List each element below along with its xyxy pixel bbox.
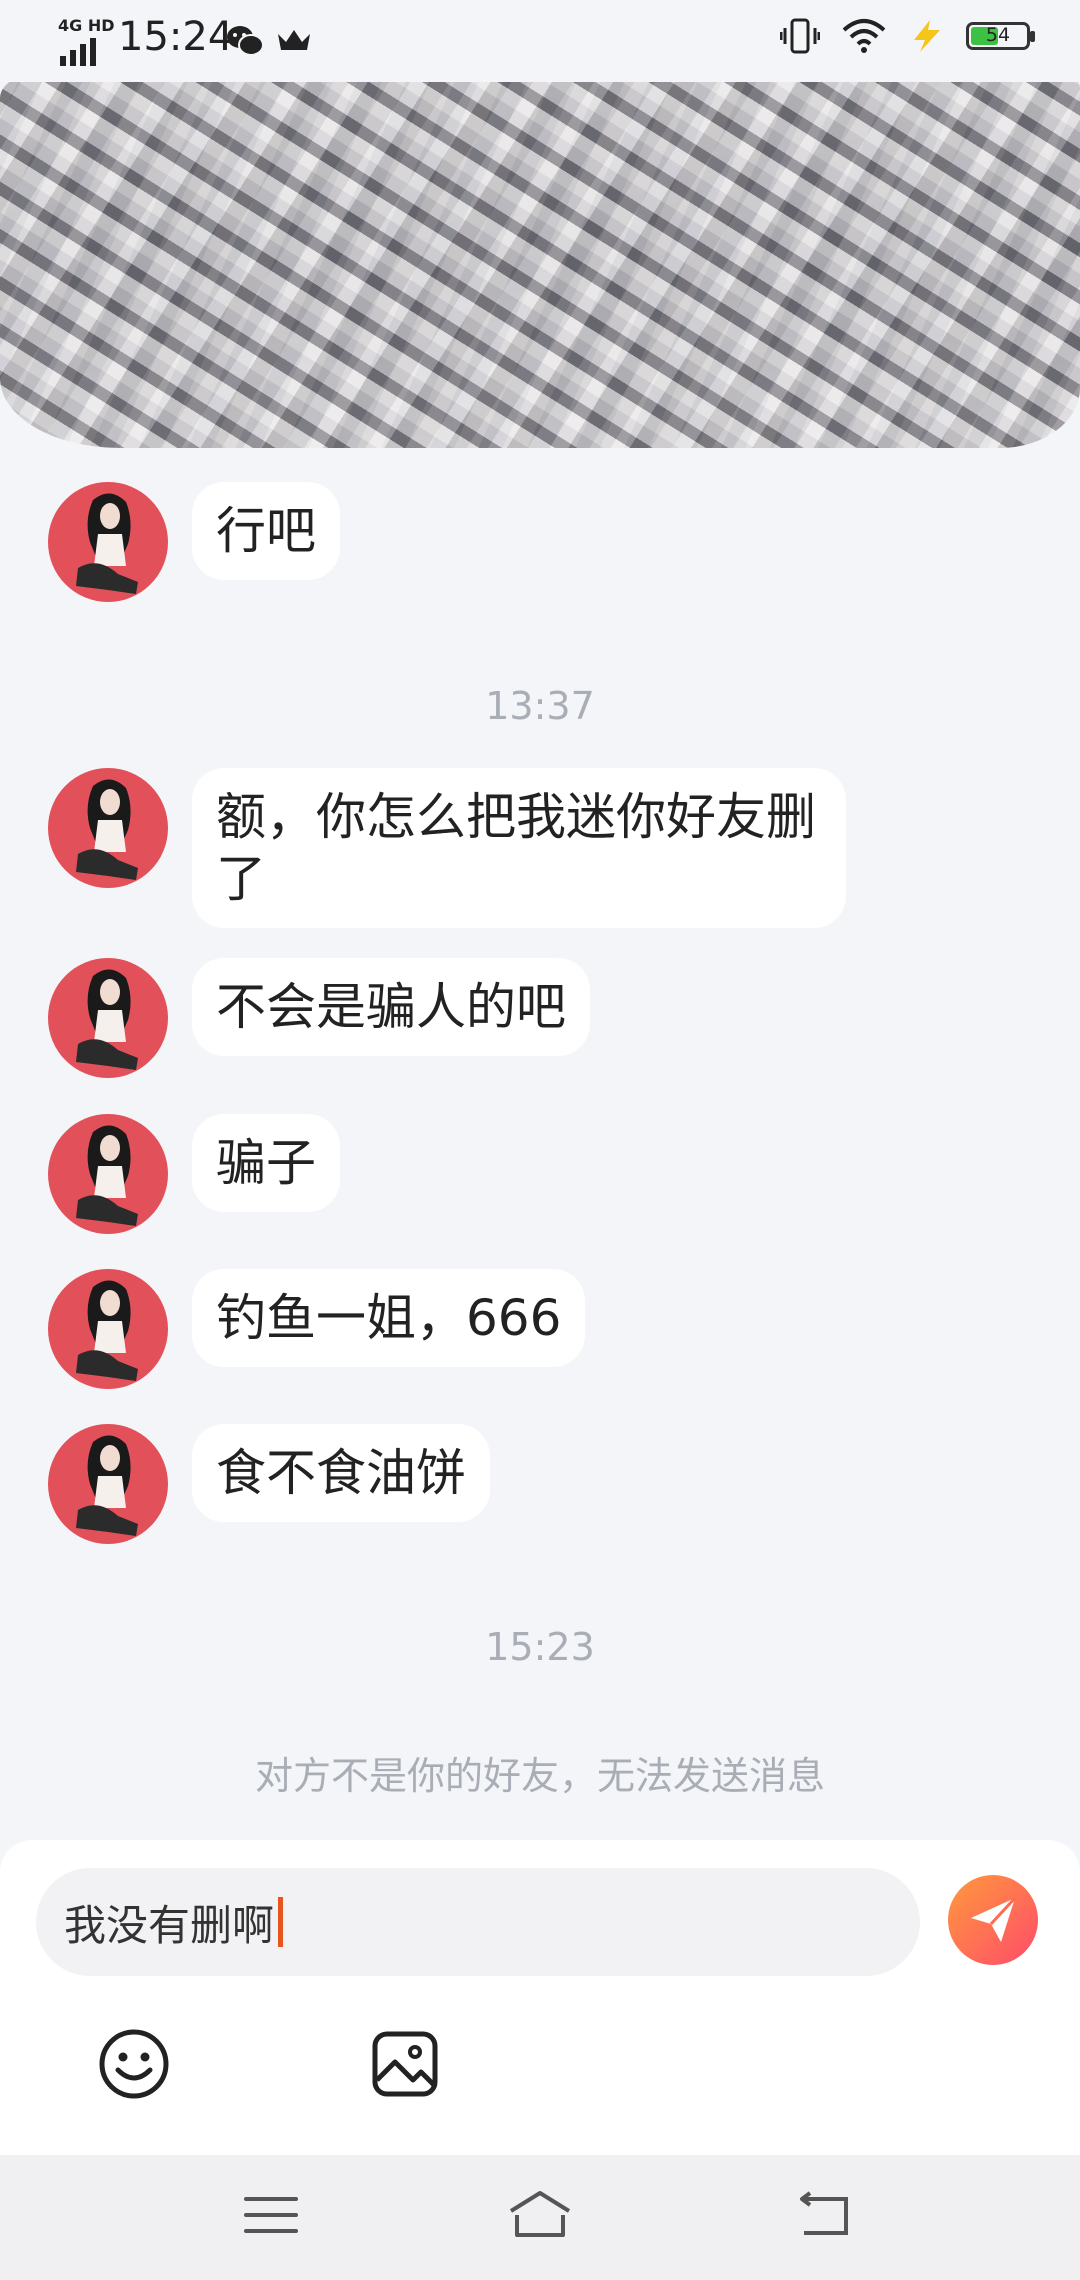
home-icon[interactable] [505, 2185, 575, 2245]
message-row: 食不食油饼 [48, 1424, 490, 1544]
send-icon [971, 1896, 1017, 1942]
menu-icon[interactable] [236, 2185, 306, 2245]
battery-level-text: 54 [985, 24, 1011, 46]
avatar[interactable] [48, 1114, 168, 1234]
signal-icon [60, 38, 96, 66]
avatar-illustration-icon [76, 493, 138, 594]
crown-icon [278, 30, 310, 50]
censored-header-overlay [0, 68, 1080, 448]
avatar[interactable] [48, 768, 168, 888]
avatar-illustration-icon [76, 779, 138, 880]
send-button[interactable] [948, 1875, 1038, 1965]
avatar-illustration-icon [76, 969, 138, 1070]
emoji-icon[interactable] [98, 2028, 170, 2100]
message-bubble[interactable]: 行吧 [192, 482, 340, 580]
system-navigation-bar [0, 2155, 1080, 2280]
avatar[interactable] [48, 482, 168, 602]
message-bubble[interactable]: 骗子 [192, 1114, 340, 1212]
wifi-icon [842, 19, 886, 53]
composer-panel: 我没有删啊 [0, 1840, 1080, 2155]
message-row: 额，你怎么把我迷你好友删了 [48, 768, 846, 928]
text-caret [278, 1897, 284, 1947]
avatar-illustration-icon [76, 1280, 138, 1381]
message-bubble[interactable]: 额，你怎么把我迷你好友删了 [192, 768, 846, 928]
message-row: 不会是骗人的吧 [48, 958, 590, 1078]
clock: 15:24 [118, 14, 234, 60]
wechat-icon [227, 26, 264, 56]
message-row: 钓鱼一姐，666 [48, 1269, 586, 1389]
vibrate-icon [780, 18, 820, 54]
status-bar: 4G HD 15:24 54 [0, 0, 1080, 82]
message-bubble[interactable]: 钓鱼一姐，666 [192, 1269, 586, 1367]
message-row: 行吧 [48, 482, 340, 602]
message-bubble[interactable]: 不会是骗人的吧 [192, 958, 590, 1056]
message-input[interactable]: 我没有删啊 [36, 1868, 920, 1976]
charging-icon [914, 20, 940, 52]
message-input-value: 我没有删啊 [64, 1900, 275, 1950]
back-icon[interactable] [790, 2185, 860, 2245]
avatar[interactable] [48, 1269, 168, 1389]
avatar[interactable] [48, 958, 168, 1078]
battery-icon: 54 [966, 22, 1035, 50]
avatar[interactable] [48, 1424, 168, 1544]
timestamp: 15:23 [485, 1625, 595, 1669]
avatar-illustration-icon [76, 1125, 138, 1226]
cannot-send-notice: 对方不是你的好友，无法发送消息 [254, 1754, 825, 1798]
image-icon[interactable] [369, 2028, 441, 2100]
message-bubble[interactable]: 食不食油饼 [192, 1424, 490, 1522]
message-row: 骗子 [48, 1114, 340, 1234]
timestamp: 13:37 [485, 684, 595, 728]
avatar-illustration-icon [76, 1435, 138, 1536]
